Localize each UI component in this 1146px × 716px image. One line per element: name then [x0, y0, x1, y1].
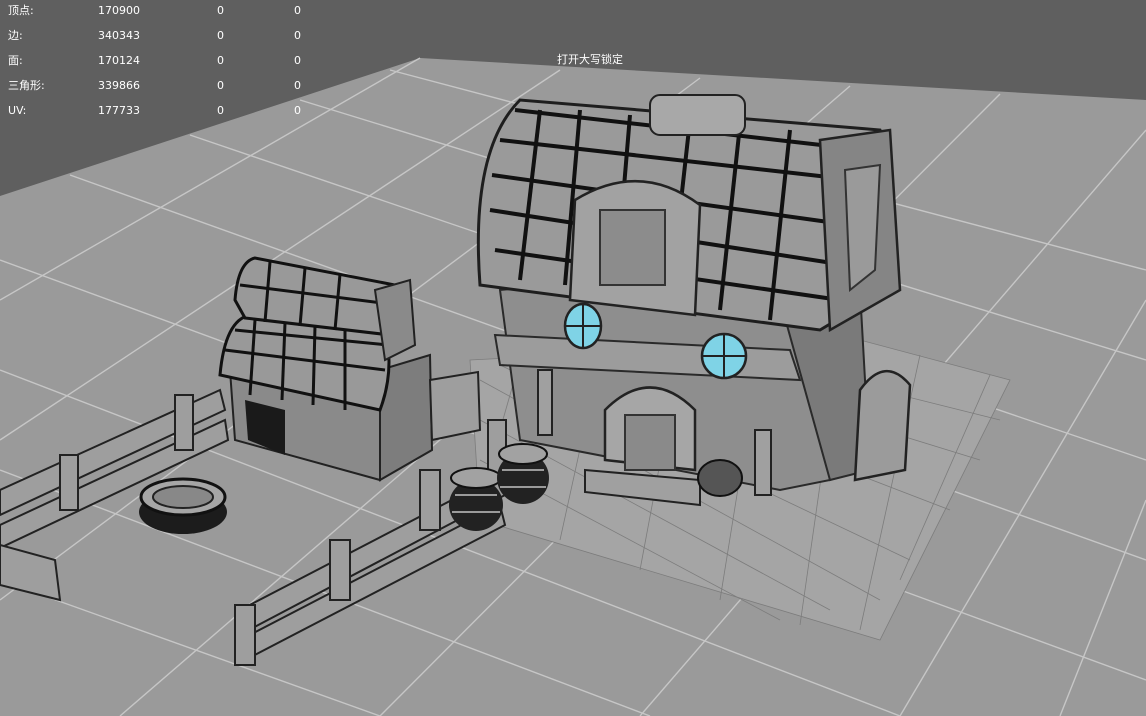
- hud-value: 339866: [98, 79, 140, 92]
- hud-row-edges: 边: 340343 0 0: [0, 26, 330, 46]
- hud-label: 边:: [8, 29, 23, 42]
- hud-row-vertices: 顶点: 170900 0 0: [0, 1, 330, 21]
- hud-label: 顶点:: [8, 4, 34, 17]
- hud-value: 0: [217, 104, 224, 117]
- hud-row-triangles: 三角形: 339866 0 0: [0, 76, 330, 96]
- hud-value: 170124: [98, 54, 140, 67]
- hud-value: 170900: [98, 4, 140, 17]
- hud-value: 0: [217, 29, 224, 42]
- hud-label: 三角形:: [8, 79, 45, 92]
- caps-lock-message: 打开大写锁定: [557, 53, 623, 66]
- 3d-viewport[interactable]: 顶点: 170900 0 0 边: 340343 0 0 面: 170124 0…: [0, 0, 1146, 716]
- tub-model[interactable]: [139, 477, 227, 534]
- hud-value: 340343: [98, 29, 140, 42]
- hud-value: 0: [294, 54, 301, 67]
- main-house-model[interactable]: [476, 94, 912, 507]
- hud-value: 177733: [98, 104, 140, 117]
- hud-row-faces: 面: 170124 0 0: [0, 51, 330, 71]
- hud-value: 0: [294, 4, 301, 17]
- hud-value: 0: [294, 104, 301, 117]
- hud-label: 面:: [8, 54, 23, 67]
- hud-value: 0: [217, 79, 224, 92]
- hud-row-uvs: UV: 177733 0 0: [0, 101, 330, 121]
- hud-label: UV:: [8, 104, 27, 117]
- poly-count-hud: 顶点: 170900 0 0 边: 340343 0 0 面: 170124 0…: [0, 0, 330, 125]
- hud-value: 0: [294, 29, 301, 42]
- hud-value: 0: [217, 54, 224, 67]
- hud-value: 0: [294, 79, 301, 92]
- hud-value: 0: [217, 4, 224, 17]
